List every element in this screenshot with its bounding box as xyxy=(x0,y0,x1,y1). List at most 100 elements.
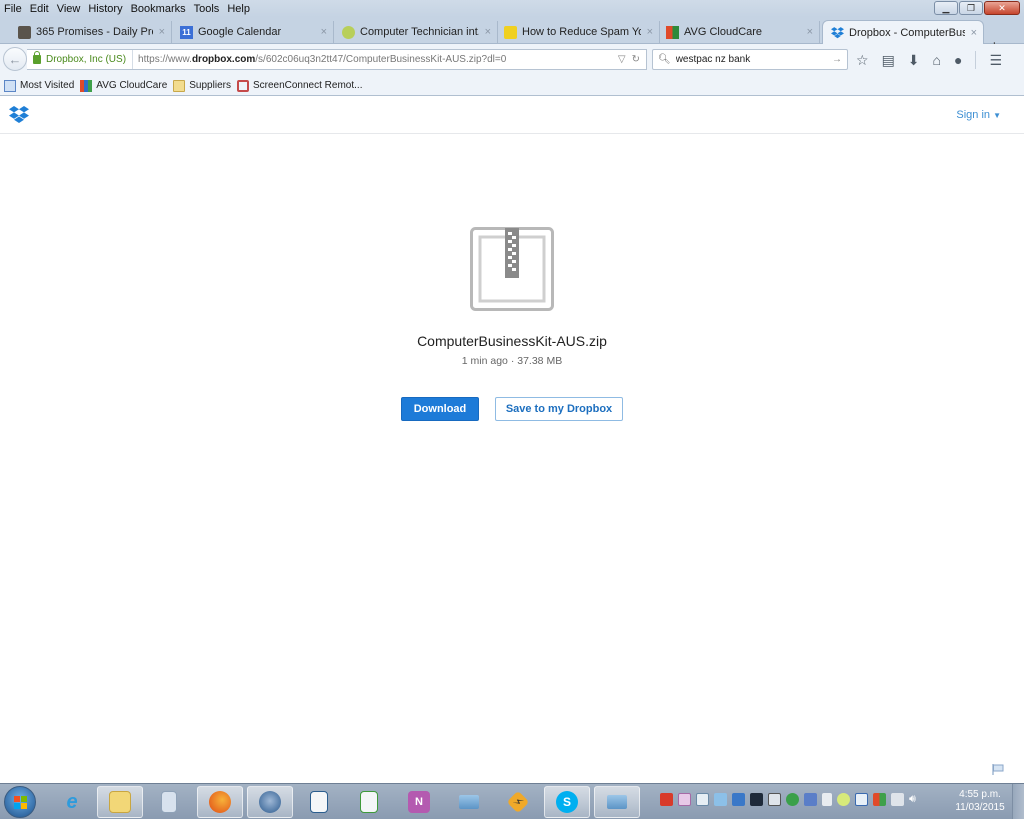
clock-date: 11/03/2015 xyxy=(955,802,1005,813)
tray-leaf-icon[interactable] xyxy=(837,793,850,806)
firefox-icon xyxy=(209,791,231,813)
url-bar[interactable]: Dropbox, Inc (US) https://www.dropbox.co… xyxy=(27,49,647,70)
bookmarks-bar: Most Visited AVG CloudCare Suppliers Scr… xyxy=(0,76,1024,96)
tray-pen-icon[interactable] xyxy=(855,793,868,806)
menu-edit[interactable]: Edit xyxy=(30,3,49,15)
close-window-button[interactable]: ✕ xyxy=(984,1,1020,15)
clock[interactable]: 4:55 p.m. 11/03/2015 xyxy=(950,788,1010,814)
start-button[interactable] xyxy=(4,786,36,818)
bookmark-label: AVG CloudCare xyxy=(96,80,168,91)
tray-device-icon[interactable] xyxy=(891,793,904,806)
taskbar-internet-explorer[interactable]: e xyxy=(49,786,95,818)
menu-view[interactable]: View xyxy=(57,3,81,15)
tab-close-icon[interactable]: × xyxy=(321,26,327,38)
bookmark-most-visited[interactable]: Most Visited xyxy=(4,79,74,92)
volume-icon[interactable]: 🔊︎ xyxy=(909,793,922,806)
menu-help[interactable]: Help xyxy=(227,3,250,15)
taskbar-firefox[interactable] xyxy=(197,786,243,818)
bookmark-star-icon[interactable]: ☆ xyxy=(856,52,869,69)
search-input[interactable] xyxy=(675,54,832,65)
tray-mail-icon[interactable] xyxy=(696,793,709,806)
taskbar-sketch-tool-2[interactable] xyxy=(594,786,640,818)
tray-monitor-icon[interactable] xyxy=(750,793,763,806)
home-icon[interactable]: ⌂ xyxy=(933,52,941,68)
box-icon xyxy=(18,25,31,39)
tab-close-icon[interactable]: × xyxy=(159,26,165,38)
tab-computer-technician[interactable]: Computer Technician int... × xyxy=(334,21,498,43)
taskbar-calculator[interactable] xyxy=(146,786,192,818)
tray-onenote-icon[interactable] xyxy=(678,793,691,806)
window-controls: ▁ ❐ ✕ xyxy=(934,1,1020,15)
search-bar: 🔍︎ → xyxy=(652,49,848,70)
taskbar-sketch-tool[interactable] xyxy=(446,786,492,818)
taskbar-libreoffice-calc[interactable] xyxy=(346,786,392,818)
dropbox-icon xyxy=(831,26,844,40)
minimize-button[interactable]: ▁ xyxy=(934,1,958,15)
download-icon[interactable]: ⬇ xyxy=(908,52,920,69)
site-identity-label: Dropbox, Inc (US) xyxy=(46,54,127,65)
taskbar-windows-explorer[interactable] xyxy=(97,786,143,818)
menu-bookmarks[interactable]: Bookmarks xyxy=(131,3,186,15)
tray-flag-icon[interactable] xyxy=(822,793,832,806)
tray-sync-icon[interactable] xyxy=(786,793,799,806)
sign-in-menu[interactable]: Sign in ▼ xyxy=(956,109,1001,121)
bookmark-screenconnect[interactable]: ScreenConnect Remot... xyxy=(236,79,362,92)
tab-close-icon[interactable]: × xyxy=(647,26,653,38)
url-text[interactable]: https://www.dropbox.com/s/602c06uq3n2tt4… xyxy=(133,54,618,65)
menu-file[interactable]: File xyxy=(4,3,22,15)
writer-icon xyxy=(310,791,328,813)
taskbar-skype[interactable]: S xyxy=(544,786,590,818)
url-dropdown-icon[interactable]: ▽ xyxy=(618,54,626,65)
tab-dropbox[interactable]: Dropbox - ComputerBusi... × xyxy=(822,20,984,45)
back-button[interactable]: ← xyxy=(3,47,27,71)
book-pencil-icon xyxy=(607,795,627,809)
chat-icon[interactable]: ● xyxy=(954,52,962,68)
bookmark-label: Suppliers xyxy=(189,80,231,91)
book-pencil-icon xyxy=(459,795,479,809)
tab-label: AVG CloudCare xyxy=(684,26,763,38)
clock-time: 4:55 p.m. xyxy=(959,789,1001,800)
search-go-icon[interactable]: → xyxy=(832,54,842,65)
tray-network-icon[interactable] xyxy=(732,793,745,806)
hamburger-menu-icon[interactable]: ☰ xyxy=(989,52,1002,69)
calc-icon xyxy=(360,791,378,813)
tab-close-icon[interactable]: × xyxy=(971,27,977,39)
menu-tools[interactable]: Tools xyxy=(194,3,220,15)
tab-label: Google Calendar xyxy=(198,26,282,38)
tab-close-icon[interactable]: × xyxy=(485,26,491,38)
windows-logo-icon xyxy=(14,796,20,802)
save-to-dropbox-button[interactable]: Save to my Dropbox xyxy=(495,397,623,421)
file-name: ComputerBusinessKit-AUS.zip xyxy=(417,333,607,349)
tray-network-share-icon[interactable] xyxy=(714,793,727,806)
taskbar-thunderbird[interactable] xyxy=(247,786,293,818)
tray-avg-icon[interactable] xyxy=(873,793,886,806)
dropbox-logo-icon[interactable] xyxy=(9,106,29,124)
restore-button[interactable]: ❐ xyxy=(959,1,983,15)
site-identity[interactable]: Dropbox, Inc (US) xyxy=(27,50,134,69)
show-desktop-button[interactable] xyxy=(1012,784,1024,819)
file-age: 1 min ago xyxy=(461,355,508,367)
tray-w-icon[interactable] xyxy=(660,793,673,806)
tab-avg-cloudcare[interactable]: AVG CloudCare × xyxy=(660,21,820,43)
tray-power-icon[interactable] xyxy=(768,793,781,806)
tab-google-calendar[interactable]: 11 Google Calendar × xyxy=(172,21,334,43)
download-button[interactable]: Download xyxy=(401,397,479,421)
menu-history[interactable]: History xyxy=(88,3,122,15)
most-visited-icon xyxy=(4,79,16,92)
taskbar-onenote[interactable]: N xyxy=(396,786,442,818)
tab-close-icon[interactable]: × xyxy=(807,26,813,38)
taskbar-libreoffice-writer[interactable] xyxy=(296,786,342,818)
avg-icon xyxy=(666,25,679,39)
taskbar-winamp[interactable]: ⚡︎ xyxy=(495,786,541,818)
meta-separator: · xyxy=(510,355,515,367)
bookmark-avg-cloudcare[interactable]: AVG CloudCare xyxy=(80,79,168,92)
bookmark-suppliers[interactable]: Suppliers xyxy=(173,79,231,92)
reload-icon[interactable]: ↻ xyxy=(632,54,640,65)
tab-365-promises[interactable]: 365 Promises - Daily Pro... × xyxy=(0,21,172,43)
report-flag-icon[interactable] xyxy=(992,764,1004,775)
tray-remote-icon[interactable] xyxy=(804,793,817,806)
skype-icon: S xyxy=(556,791,578,813)
reading-list-icon[interactable]: ▤ xyxy=(882,52,895,69)
url-domain: dropbox.com xyxy=(191,54,256,65)
tab-reduce-spam[interactable]: How to Reduce Spam Yo... × xyxy=(498,21,660,43)
